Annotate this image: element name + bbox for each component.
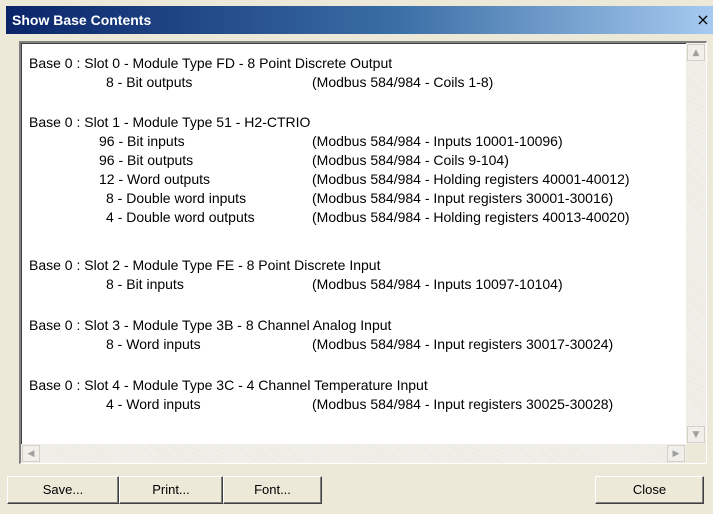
io-label: 8 - Bit inputs: [106, 276, 184, 292]
io-row: 96 - Bit outputs (Modbus 584/984 - Coils…: [21, 151, 677, 170]
scrollbar-corner: [686, 444, 706, 463]
module-header: Base 0 : Slot 0 - Module Type FD - 8 Poi…: [29, 55, 393, 71]
io-description: (Modbus 584/984 - Input registers 30025-…: [312, 396, 614, 412]
horizontal-scrollbar[interactable]: ◀ ▶: [21, 444, 686, 463]
io-label: 4 - Double word outputs: [106, 209, 255, 225]
io-row: 8 - Double word inputs (Modbus 584/984 -…: [21, 189, 677, 208]
font-button[interactable]: Font...: [223, 476, 322, 504]
io-row: 8 - Bit outputs (Modbus 584/984 - Coils …: [21, 73, 677, 92]
io-row: 4 - Double word outputs (Modbus 584/984 …: [21, 208, 677, 227]
show-base-contents-dialog: Show Base Contents × Base 0 : Slot 0 - M…: [0, 0, 713, 514]
io-description: (Modbus 584/984 - Input registers 30001-…: [312, 190, 614, 206]
io-description: (Modbus 584/984 - Inputs 10001-10096): [312, 133, 563, 149]
module-header: Base 0 : Slot 1 - Module Type 51 - H2-CT…: [29, 114, 311, 130]
io-row: 96 - Bit inputs (Modbus 584/984 - Inputs…: [21, 132, 677, 151]
close-button[interactable]: Close: [595, 476, 704, 504]
io-row: 4 - Word inputs (Modbus 584/984 - Input …: [21, 395, 677, 414]
io-label: 96 - Bit outputs: [99, 152, 194, 168]
io-description: (Modbus 584/984 - Coils 9-104): [312, 152, 509, 168]
module-header: Base 0 : Slot 2 - Module Type FE - 8 Poi…: [29, 257, 381, 273]
io-description: (Modbus 584/984 - Holding registers 4001…: [312, 209, 630, 225]
io-description: (Modbus 584/984 - Inputs 10097-10104): [312, 276, 563, 292]
print-button[interactable]: Print...: [119, 476, 223, 504]
io-label: 96 - Bit inputs: [99, 133, 185, 149]
io-row: 8 - Bit inputs (Modbus 584/984 - Inputs …: [21, 275, 677, 294]
io-row: 12 - Word outputs (Modbus 584/984 - Hold…: [21, 170, 677, 189]
io-description: (Modbus 584/984 - Holding registers 4000…: [312, 171, 630, 187]
io-label: 8 - Word inputs: [106, 336, 201, 352]
scroll-right-icon[interactable]: ▶: [667, 445, 685, 462]
io-label: 8 - Double word inputs: [106, 190, 247, 206]
scroll-up-icon[interactable]: ▲: [687, 44, 705, 61]
io-row: 8 - Word inputs (Modbus 584/984 - Input …: [21, 335, 677, 354]
title-bar[interactable]: Show Base Contents ×: [6, 6, 713, 34]
scroll-down-icon[interactable]: ▼: [687, 426, 705, 443]
close-icon[interactable]: ×: [693, 9, 713, 31]
contents-listing: Base 0 : Slot 0 - Module Type FD - 8 Poi…: [21, 43, 677, 443]
io-description: (Modbus 584/984 - Input registers 30017-…: [312, 336, 614, 352]
scroll-left-icon[interactable]: ◀: [22, 445, 40, 462]
window-title: Show Base Contents: [12, 12, 152, 28]
io-label: 4 - Word inputs: [106, 396, 201, 412]
module-header: Base 0 : Slot 4 - Module Type 3C - 4 Cha…: [29, 377, 428, 393]
vertical-scrollbar[interactable]: ▲ ▼: [686, 43, 706, 444]
contents-text-area[interactable]: Base 0 : Slot 0 - Module Type FD - 8 Poi…: [19, 41, 707, 464]
io-description: (Modbus 584/984 - Coils 1-8): [312, 74, 494, 90]
io-label: 8 - Bit outputs: [106, 74, 193, 90]
io-label: 12 - Word outputs: [99, 171, 211, 187]
save-button[interactable]: Save...: [7, 476, 119, 504]
module-header: Base 0 : Slot 3 - Module Type 3B - 8 Cha…: [29, 317, 392, 333]
